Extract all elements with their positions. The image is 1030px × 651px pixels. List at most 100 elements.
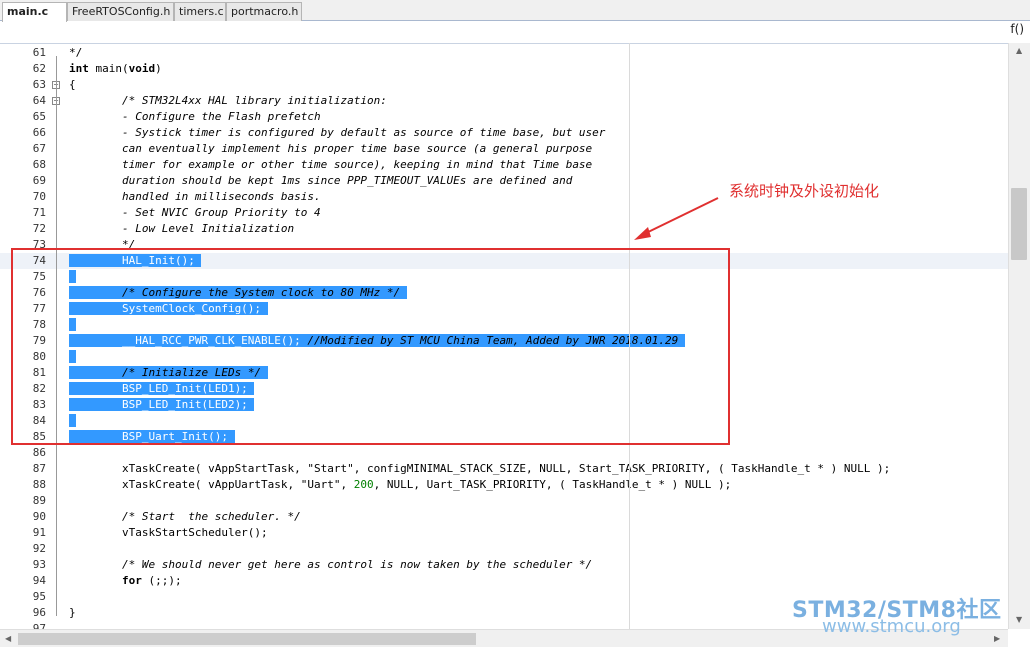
code-line-83[interactable]: 83 BSP_LED_Init(LED2);	[0, 397, 1008, 413]
code-text	[69, 413, 76, 429]
code-text: /* STM32L4xx HAL library initialization:	[69, 94, 387, 107]
code-line-88[interactable]: 88 xTaskCreate( vAppUartTask, "Uart", 20…	[0, 477, 1008, 493]
code-line-71[interactable]: 71 - Set NVIC Group Priority to 4	[0, 205, 1008, 221]
tab-main-c[interactable]: main.c	[2, 2, 67, 22]
code-line-62[interactable]: 62 int main(void)	[0, 61, 1008, 77]
tab-portmacro-h[interactable]: portmacro.h	[226, 2, 302, 21]
code-text: BSP_LED_Init(LED2);	[69, 398, 255, 411]
line-number: 96	[32, 606, 46, 619]
watermark-url: www.stmcu.org	[822, 616, 961, 637]
annotation-text: 系统时钟及外设初始化	[729, 182, 880, 200]
code-editor[interactable]: 61 */ 62 int main(void) 63−{64− /* STM32L4xx…	[0, 43, 1008, 630]
code-line-67[interactable]: 67 can eventually implement his proper t…	[0, 141, 1008, 157]
code-line-75[interactable]: 75	[0, 269, 1008, 285]
code-line-66[interactable]: 66 - Systick timer is configured by defa…	[0, 125, 1008, 141]
code-line-63[interactable]: 63−{	[0, 77, 1008, 93]
line-number: 95	[32, 590, 46, 603]
code-text	[69, 269, 76, 285]
code-text: SystemClock_Config();	[69, 302, 268, 315]
scroll-down-icon[interactable]: ▼	[1016, 615, 1022, 624]
code-line-91[interactable]: 91 vTaskStartScheduler();	[0, 525, 1008, 541]
vertical-scroll-thumb[interactable]	[1011, 188, 1027, 260]
code-line-79[interactable]: 79 __HAL_RCC_PWR_CLK_ENABLE(); //Modifie…	[0, 333, 1008, 349]
code-text: /* We should never get here as control i…	[69, 558, 593, 571]
line-number: 62	[32, 62, 46, 75]
code-text: xTaskCreate( vAppStartTask, "Start", con…	[69, 462, 891, 475]
line-number: 78	[32, 318, 46, 331]
code-line-80[interactable]: 80	[0, 349, 1008, 365]
code-text: vTaskStartScheduler();	[69, 526, 268, 539]
code-text: duration should be kept 1ms since PPP_TI…	[69, 174, 573, 187]
code-line-72[interactable]: 72 - Low Level Initialization	[0, 221, 1008, 237]
code-line-92[interactable]: 92	[0, 541, 1008, 557]
scroll-up-icon[interactable]: ▲	[1016, 46, 1022, 55]
code-text: - Configure the Flash prefetch	[69, 110, 321, 123]
line-number: 70	[32, 190, 46, 203]
line-number: 77	[32, 302, 46, 315]
code-text: __HAL_RCC_PWR_CLK_ENABLE(); //Modified b…	[69, 333, 685, 349]
code-text: /* Initialize LEDs */	[69, 365, 268, 381]
code-text: /* Configure the System clock to 80 MHz …	[69, 285, 407, 301]
line-number: 83	[32, 398, 46, 411]
line-number: 61	[32, 46, 46, 59]
line-number: 64	[32, 94, 46, 107]
line-number: 68	[32, 158, 46, 171]
code-line-78[interactable]: 78	[0, 317, 1008, 333]
line-number: 63	[32, 78, 46, 91]
line-number: 66	[32, 126, 46, 139]
vertical-scrollbar[interactable]: ▲ ▼	[1008, 43, 1030, 629]
code-line-61[interactable]: 61 */	[0, 45, 1008, 61]
horizontal-scroll-thumb[interactable]	[18, 633, 476, 645]
code-line-68[interactable]: 68 timer for example or other time sourc…	[0, 157, 1008, 173]
code-line-73[interactable]: 73 */	[0, 237, 1008, 253]
code-text: xTaskCreate( vAppUartTask, "Uart", 200, …	[69, 478, 732, 491]
code-line-84[interactable]: 84	[0, 413, 1008, 429]
code-line-77[interactable]: 77 SystemClock_Config();	[0, 301, 1008, 317]
tab-freertosconfig-h[interactable]: FreeRTOSConfig.h	[67, 2, 174, 21]
line-number: 91	[32, 526, 46, 539]
code-line-81[interactable]: 81 /* Initialize LEDs */	[0, 365, 1008, 381]
code-text: BSP_LED_Init(LED1);	[69, 382, 255, 395]
line-number: 82	[32, 382, 46, 395]
code-line-82[interactable]: 82 BSP_LED_Init(LED1);	[0, 381, 1008, 397]
line-number: 76	[32, 286, 46, 299]
line-number: 93	[32, 558, 46, 571]
line-number: 75	[32, 270, 46, 283]
line-number: 69	[32, 174, 46, 187]
code-line-89[interactable]: 89	[0, 493, 1008, 509]
code-line-93[interactable]: 93 /* We should never get here as contro…	[0, 557, 1008, 573]
line-number: 84	[32, 414, 46, 427]
line-number: 67	[32, 142, 46, 155]
function-list-icon[interactable]: f()	[1010, 22, 1024, 36]
line-number: 71	[32, 206, 46, 219]
code-line-90[interactable]: 90 /* Start the scheduler. */	[0, 509, 1008, 525]
scroll-left-icon[interactable]: ◀	[5, 634, 11, 643]
code-line-85[interactable]: 85 BSP_Uart_Init();	[0, 429, 1008, 445]
scroll-right-icon[interactable]: ▶	[994, 634, 1000, 643]
line-number: 87	[32, 462, 46, 475]
line-number: 74	[32, 254, 46, 267]
code-text: HAL_Init();	[69, 254, 202, 267]
line-number: 85	[32, 430, 46, 443]
code-line-74[interactable]: 74 HAL_Init();	[0, 253, 1008, 269]
code-line-94[interactable]: 94 for (;;);	[0, 573, 1008, 589]
tab-timers-c[interactable]: timers.c	[174, 2, 226, 21]
code-line-87[interactable]: 87 xTaskCreate( vAppStartTask, "Start", …	[0, 461, 1008, 477]
line-number: 81	[32, 366, 46, 379]
code-text	[69, 349, 76, 365]
code-text: - Set NVIC Group Priority to 4	[69, 206, 321, 219]
code-text: timer for example or other time source),…	[69, 158, 593, 171]
code-line-86[interactable]: 86	[0, 445, 1008, 461]
line-number: 89	[32, 494, 46, 507]
code-text: can eventually implement his proper time…	[69, 142, 593, 155]
code-text: */	[69, 238, 136, 251]
right-margin-guide	[629, 43, 630, 629]
code-text: /* Start the scheduler. */	[69, 510, 301, 523]
code-line-64[interactable]: 64− /* STM32L4xx HAL library initializat…	[0, 93, 1008, 109]
code-line-65[interactable]: 65 - Configure the Flash prefetch	[0, 109, 1008, 125]
line-number: 65	[32, 110, 46, 123]
code-text	[69, 317, 76, 333]
code-line-76[interactable]: 76 /* Configure the System clock to 80 M…	[0, 285, 1008, 301]
line-number: 72	[32, 222, 46, 235]
code-text: */	[69, 46, 83, 59]
